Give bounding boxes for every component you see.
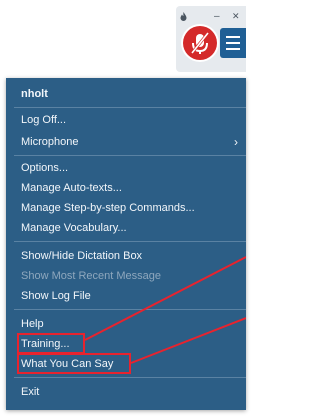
microphone-off-icon	[190, 32, 210, 54]
menu-item-manage-step-by-step-commands[interactable]: Manage Step-by-step Commands...	[6, 198, 246, 218]
menu-divider	[14, 107, 246, 108]
menu-divider	[14, 241, 246, 242]
current-user-label: nholt	[21, 88, 48, 100]
dictation-toolbar: – ✕	[176, 6, 246, 72]
menu-divider	[14, 155, 246, 156]
menu-item-help[interactable]: Help	[6, 314, 246, 334]
microphone-toggle-button[interactable]	[183, 26, 217, 60]
menu-item-show-most-recent-message: Show Most Recent Message	[21, 270, 162, 282]
menu-divider	[14, 309, 246, 310]
menu-item-show-hide-dictation-box[interactable]: Show/Hide Dictation Box	[6, 246, 246, 266]
menu-item-manage-auto-texts[interactable]: Manage Auto-texts...	[6, 178, 246, 198]
minimize-button[interactable]: –	[214, 12, 220, 22]
menu-item-options[interactable]: Options...	[6, 158, 246, 178]
menu-item-microphone[interactable]: Microphone ›	[6, 132, 246, 152]
menu-item-log-off[interactable]: Log Off...	[6, 110, 246, 130]
menu-item-show-log-file[interactable]: Show Log File	[6, 286, 246, 306]
menu-item-exit[interactable]: Exit	[6, 382, 246, 402]
menu-item-label: Microphone	[21, 136, 79, 148]
chevron-right-icon: ›	[234, 135, 238, 149]
close-button[interactable]: ✕	[232, 12, 240, 21]
flame-icon	[180, 12, 187, 21]
menu-item-manage-vocabulary[interactable]: Manage Vocabulary...	[6, 218, 246, 238]
menu-divider	[14, 377, 246, 378]
menu-button[interactable]	[220, 28, 246, 58]
annotation-highlight-what-you-can-say	[17, 353, 131, 374]
annotation-highlight-training	[17, 333, 85, 354]
